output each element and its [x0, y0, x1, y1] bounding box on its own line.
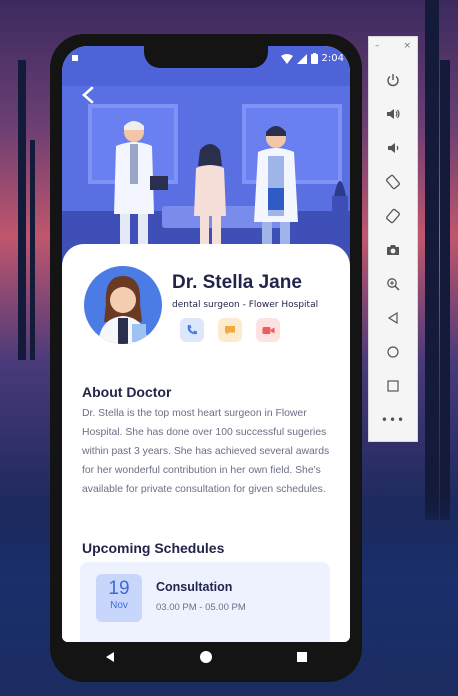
doctor-avatar: [84, 266, 162, 344]
hero-illustration: [62, 46, 350, 271]
schedule-title: Consultation: [156, 580, 233, 594]
more-options-button[interactable]: •••: [369, 403, 417, 437]
battery-icon: [310, 53, 318, 64]
phone-icon: [187, 325, 197, 335]
schedule-date: 19 Nov: [96, 574, 142, 622]
close-button[interactable]: ×: [403, 41, 411, 51]
status-time: 2:04: [321, 53, 344, 64]
phone-frame: 2:04 Dr. Stella Jane dental surgeon - Fl…: [50, 34, 362, 682]
background-tree: [30, 140, 35, 360]
background-tree: [425, 0, 439, 520]
overview-square-icon: [387, 380, 399, 392]
about-text: Dr. Stella is the top most heart surgeon…: [82, 408, 330, 495]
emulator-overview-button[interactable]: [369, 369, 417, 403]
wifi-icon: [280, 53, 293, 64]
about-title: About Doctor: [82, 384, 172, 400]
schedules-title: Upcoming Schedules: [82, 540, 225, 556]
rotate-right-icon: [386, 208, 400, 224]
zoom-button[interactable]: [369, 267, 417, 301]
emulator-back-button[interactable]: [369, 301, 417, 335]
phone-screen: 2:04 Dr. Stella Jane dental surgeon - Fl…: [62, 46, 350, 642]
emulator-toolbar: – × •••: [368, 36, 418, 442]
contact-actions: [180, 318, 280, 342]
doctor-specialty: dental surgeon - Flower Hospital: [172, 300, 319, 310]
android-nav-bar: [62, 642, 350, 672]
video-call-button[interactable]: [256, 318, 280, 342]
schedule-item[interactable]: 19 Nov Consultation 03.00 PM - 05.00 PM: [80, 562, 330, 642]
doctor-name: Dr. Stella Jane: [172, 272, 302, 293]
nav-back-button[interactable]: [100, 647, 120, 667]
power-button[interactable]: [369, 63, 417, 97]
phone-notch: [144, 46, 268, 68]
power-icon: [387, 74, 399, 87]
doctors-illustration: [114, 121, 348, 262]
volume-up-icon: [387, 109, 400, 119]
signal-icon: [296, 53, 307, 64]
camera-icon: [387, 245, 399, 255]
nav-overview-button[interactable]: [292, 647, 312, 667]
chat-button[interactable]: [218, 318, 242, 342]
call-button[interactable]: [180, 318, 204, 342]
volume-down-button[interactable]: [369, 131, 417, 165]
screenshot-button[interactable]: [369, 233, 417, 267]
video-camera-icon: [262, 326, 274, 334]
volume-down-icon: [388, 143, 399, 153]
overview-square-icon: [297, 652, 307, 662]
home-circle-icon: [387, 346, 399, 358]
nav-home-button[interactable]: [196, 647, 216, 667]
back-triangle-icon: [106, 652, 114, 662]
background-tree: [18, 60, 26, 360]
minimize-button[interactable]: –: [375, 41, 380, 51]
background-tree: [440, 60, 450, 520]
schedule-time: 03.00 PM - 05.00 PM: [156, 602, 246, 613]
rotate-left-button[interactable]: [369, 165, 417, 199]
volume-up-button[interactable]: [369, 97, 417, 131]
rotate-right-button[interactable]: [369, 199, 417, 233]
back-triangle-icon: [387, 312, 398, 324]
back-arrow-icon[interactable]: [80, 86, 102, 108]
emulator-home-button[interactable]: [369, 335, 417, 369]
schedule-day: 19: [108, 578, 130, 599]
schedule-month: Nov: [110, 600, 128, 611]
notification-icon: [72, 55, 78, 61]
doctor-profile-card: Dr. Stella Jane dental surgeon - Flower …: [62, 244, 350, 642]
home-circle-icon: [200, 651, 212, 663]
chat-icon: [225, 326, 235, 335]
rotate-left-icon: [386, 174, 400, 190]
zoom-in-icon: [387, 278, 400, 291]
